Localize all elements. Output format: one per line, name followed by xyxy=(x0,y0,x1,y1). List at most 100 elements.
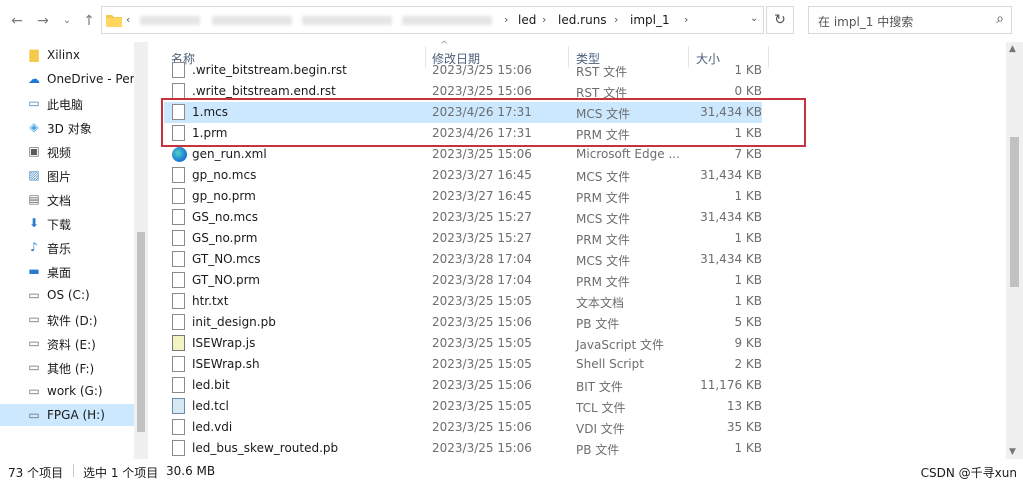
nav-item[interactable]: ▬ 桌面 xyxy=(0,260,134,282)
scroll-down-icon[interactable]: ▼ xyxy=(1009,447,1016,457)
file-row[interactable]: led.vdi 2023/3/25 15:06 VDI 文件 35 KB xyxy=(164,417,762,438)
file-row[interactable]: gp_no.prm 2023/3/27 16:45 PRM 文件 1 KB xyxy=(164,186,762,207)
nav-item-label: work (G:) xyxy=(47,384,103,398)
file-list-scrollbar[interactable]: ▲ ▼ xyxy=(1006,42,1023,459)
file-size: 13 KB xyxy=(726,399,762,413)
dropdown-chevron-icon[interactable]: ⌄ xyxy=(750,13,758,24)
file-size: 9 KB xyxy=(734,336,762,350)
file-date: 2023/3/25 15:05 xyxy=(432,294,532,308)
file-size: 31,434 KB xyxy=(700,168,762,182)
file-date: 2023/3/25 15:27 xyxy=(432,210,532,224)
search-placeholder: 在 impl_1 中搜索 xyxy=(818,15,914,29)
file-size: 7 KB xyxy=(734,147,762,161)
file-row[interactable]: led.tcl 2023/3/25 15:05 TCL 文件 13 KB xyxy=(164,396,762,417)
computer-icon: ▭ xyxy=(28,96,40,110)
chevron-icon: › xyxy=(542,13,547,26)
drive-icon: ▭ xyxy=(28,312,40,326)
nav-item[interactable]: ▭ OS (C:) xyxy=(0,284,134,306)
breadcrumb-impl-1[interactable]: impl_1 xyxy=(630,13,670,27)
file-size: 1 KB xyxy=(734,441,762,455)
refresh-button[interactable]: ↻ xyxy=(766,6,794,34)
download-icon: ⬇ xyxy=(28,216,40,230)
file-name: GT_NO.prm xyxy=(192,273,260,287)
file-row[interactable]: GT_NO.prm 2023/3/28 17:04 PRM 文件 1 KB xyxy=(164,270,762,291)
file-row[interactable]: gp_no.mcs 2023/3/27 16:45 MCS 文件 31,434 KB xyxy=(164,165,762,186)
up-arrow-icon[interactable]: ↑ xyxy=(78,10,100,32)
scroll-up-icon[interactable]: ▲ xyxy=(1009,44,1016,54)
forward-arrow-icon[interactable]: → xyxy=(32,10,54,32)
drive-icon: ▭ xyxy=(28,360,40,374)
nav-item[interactable]: ▭ FPGA (H:) xyxy=(0,404,134,426)
file-type: BIT 文件 xyxy=(576,380,623,394)
file-row[interactable]: htr.txt 2023/3/25 15:05 文本文档 1 KB xyxy=(164,291,762,312)
nav-item[interactable]: ▭ 其他 (F:) xyxy=(0,356,134,378)
nav-item[interactable]: ♪ 音乐 xyxy=(0,236,134,258)
file-icon xyxy=(172,251,185,267)
nav-item[interactable]: ▭ 此电脑 xyxy=(0,92,134,114)
file-icon xyxy=(172,167,185,183)
nav-item[interactable]: ☁ OneDrive - Perso xyxy=(0,68,134,90)
file-date: 2023/3/25 15:06 xyxy=(432,63,532,77)
video-icon: ▣ xyxy=(28,144,40,158)
file-icon xyxy=(172,62,185,78)
file-size: 0 KB xyxy=(734,84,762,98)
file-row[interactable]: .write_bitstream.begin.rst 2023/3/25 15:0… xyxy=(164,62,762,81)
nav-item-label: 3D 对象 xyxy=(47,122,92,136)
nav-item[interactable]: ◈ 3D 对象 xyxy=(0,116,134,138)
nav-scrollbar[interactable] xyxy=(134,42,148,459)
file-type: Shell Script xyxy=(576,357,644,371)
scrollbar-thumb[interactable] xyxy=(1010,137,1019,287)
nav-item[interactable]: ▤ 文档 xyxy=(0,188,134,210)
file-size: 1 KB xyxy=(734,231,762,245)
cloud-icon: ☁ xyxy=(28,72,40,86)
file-row[interactable]: ISEWrap.sh 2023/3/25 15:05 Shell Script 2 K… xyxy=(164,354,762,375)
file-type: PRM 文件 xyxy=(576,233,630,247)
file-icon xyxy=(172,356,185,372)
chevron-icon: › xyxy=(614,13,619,26)
nav-item[interactable]: ▭ 资料 (E:) xyxy=(0,332,134,354)
item-count: 73 个项目 xyxy=(8,466,64,480)
desktop-icon: ▬ xyxy=(28,264,40,278)
drive-icon: ▭ xyxy=(28,384,40,398)
file-icon xyxy=(172,209,185,225)
watermark-text: CSDN @千寻xun xyxy=(920,466,1017,480)
nav-item[interactable]: ▇ Xilinx xyxy=(0,44,134,66)
nav-item[interactable]: ⬇ 下载 xyxy=(0,212,134,234)
file-date: 2023/3/25 15:06 xyxy=(432,147,532,161)
file-name: ISEWrap.sh xyxy=(192,357,260,371)
chevron-icon: › xyxy=(684,13,689,26)
nav-scrollbar-thumb[interactable] xyxy=(137,232,145,432)
breadcrumb-led-runs[interactable]: led.runs xyxy=(558,13,607,27)
nav-item[interactable]: ▣ 视频 xyxy=(0,140,134,162)
search-box[interactable]: 在 impl_1 中搜索 ⌕ xyxy=(808,6,1012,34)
file-name: gp_no.mcs xyxy=(192,168,257,182)
file-row[interactable]: GS_no.mcs 2023/3/25 15:27 MCS 文件 31,434 KB xyxy=(164,207,762,228)
nav-item[interactable]: ▭ 软件 (D:) xyxy=(0,308,134,330)
chevron-icon: › xyxy=(504,13,509,26)
redacted-path xyxy=(302,16,392,25)
nav-item[interactable]: ▭ work (G:) xyxy=(0,380,134,402)
nav-item[interactable]: ▨ 图片 xyxy=(0,164,134,186)
file-row[interactable]: GT_NO.mcs 2023/3/28 17:04 MCS 文件 31,434 KB xyxy=(164,249,762,270)
file-row[interactable]: ISEWrap.js 2023/3/25 15:05 JavaScript 文件 9 … xyxy=(164,333,762,354)
file-row[interactable]: gen_run.xml 2023/3/25 15:06 Microsoft Edge… xyxy=(164,144,762,165)
file-size: 35 KB xyxy=(726,420,762,434)
file-row[interactable]: init_design.pb 2023/3/25 15:06 PB 文件 5 KB xyxy=(164,312,762,333)
history-chevron-icon[interactable]: ⌄ xyxy=(56,10,78,32)
file-icon xyxy=(172,377,185,393)
file-type: VDI 文件 xyxy=(576,422,625,436)
address-bar[interactable]: ‹ › led › led.runs › impl_1 › ⌄ xyxy=(101,6,764,34)
file-row[interactable]: GS_no.prm 2023/3/25 15:27 PRM 文件 1 KB xyxy=(164,228,762,249)
file-row[interactable]: led.bit 2023/3/25 15:06 BIT 文件 11,176 KB xyxy=(164,375,762,396)
file-size: 1 KB xyxy=(734,189,762,203)
back-arrow-icon[interactable]: ← xyxy=(6,10,28,32)
file-icon xyxy=(172,440,185,456)
file-type: Microsoft Edge ... xyxy=(576,147,680,161)
file-date: 2023/3/27 16:45 xyxy=(432,168,532,182)
file-date: 2023/3/28 17:04 xyxy=(432,273,532,287)
status-bar: 73 个项目 选中 1 个项目 30.6 MB CSDN @千寻xun xyxy=(0,459,1023,481)
breadcrumb-led[interactable]: led xyxy=(518,13,536,27)
nav-item-label: 文档 xyxy=(47,194,72,208)
file-row[interactable]: led_bus_skew_routed.pb 2023/3/25 15:06 PB … xyxy=(164,438,762,459)
file-type: PRM 文件 xyxy=(576,275,630,289)
